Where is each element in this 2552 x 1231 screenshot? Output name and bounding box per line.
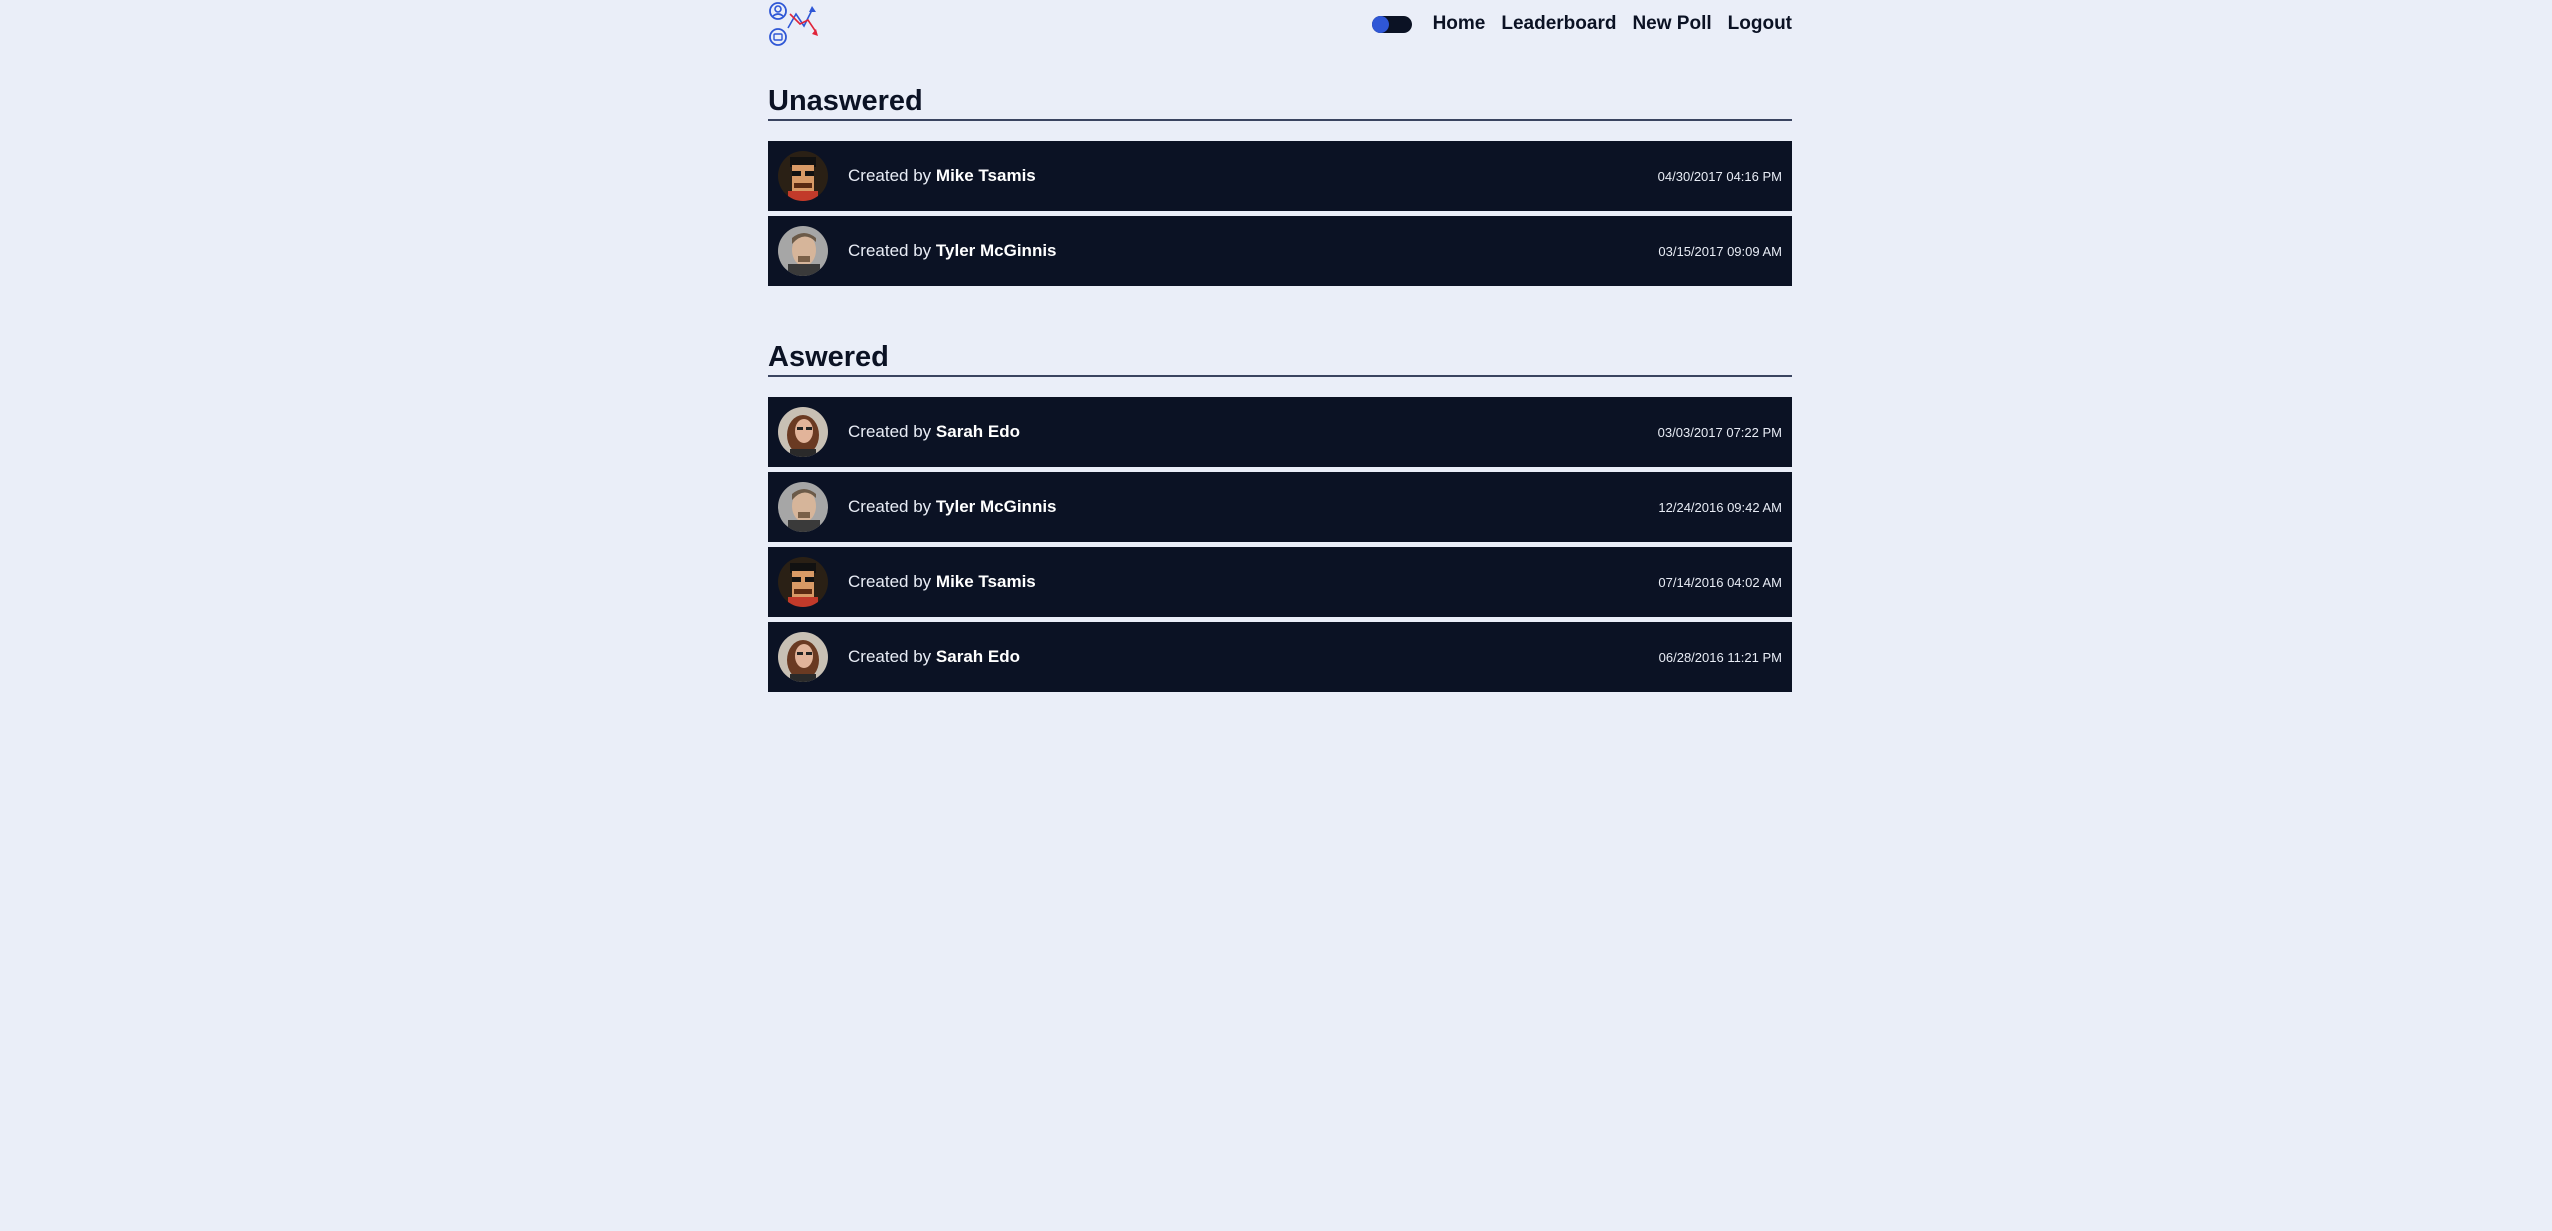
poll-list: Created by Mike Tsamis 04/30/2017 04:16 …	[768, 141, 1792, 286]
header: Home Leaderboard New Poll Logout	[768, 0, 1792, 48]
poll-row[interactable]: Created by Sarah Edo 03/03/2017 07:22 PM	[768, 397, 1792, 467]
poll-row[interactable]: Created by Tyler McGinnis 12/24/2016 09:…	[768, 472, 1792, 542]
avatar	[778, 557, 828, 607]
top-nav: Home Leaderboard New Poll Logout	[1371, 13, 1792, 35]
avatar	[778, 632, 828, 682]
poll-creator: Created by Sarah Edo	[848, 647, 1020, 666]
poll-date: 12/24/2016 09:42 AM	[1658, 499, 1782, 515]
poll-date: 07/14/2016 04:02 AM	[1658, 574, 1782, 590]
avatar	[778, 407, 828, 457]
theme-toggle[interactable]	[1371, 15, 1412, 33]
unanswered-section: Unaswered Created by Mike Tsamis 04/30/2…	[768, 84, 1792, 286]
poll-row[interactable]: Created by Mike Tsamis 04/30/2017 04:16 …	[768, 141, 1792, 211]
nav-home-link[interactable]: Home	[1433, 13, 1486, 35]
section-title: Unaswered	[768, 84, 1792, 121]
poll-date: 03/03/2017 07:22 PM	[1657, 424, 1782, 440]
poll-creator: Created by Tyler McGinnis	[848, 241, 1057, 260]
poll-date: 04/30/2017 04:16 PM	[1657, 168, 1782, 184]
nav-logout-link[interactable]: Logout	[1728, 13, 1792, 35]
avatar	[778, 151, 828, 201]
nav-new-poll-link[interactable]: New Poll	[1632, 13, 1711, 35]
page-container: Home Leaderboard New Poll Logout Unaswer…	[768, 0, 1792, 697]
app-logo-icon[interactable]	[768, 2, 820, 48]
poll-row[interactable]: Created by Mike Tsamis 07/14/2016 04:02 …	[768, 547, 1792, 617]
poll-date: 03/15/2017 09:09 AM	[1658, 243, 1782, 259]
avatar	[778, 482, 828, 532]
poll-creator: Created by Sarah Edo	[848, 422, 1020, 441]
poll-creator: Created by Mike Tsamis	[848, 166, 1036, 185]
poll-creator: Created by Mike Tsamis	[848, 572, 1036, 591]
poll-date: 06/28/2016 11:21 PM	[1658, 649, 1782, 665]
poll-row[interactable]: Created by Tyler McGinnis 03/15/2017 09:…	[768, 216, 1792, 286]
toggle-knob	[1371, 15, 1389, 33]
nav-leaderboard-link[interactable]: Leaderboard	[1501, 13, 1616, 35]
section-title: Aswered	[768, 340, 1792, 377]
poll-row[interactable]: Created by Sarah Edo 06/28/2016 11:21 PM	[768, 622, 1792, 692]
poll-creator: Created by Tyler McGinnis	[848, 497, 1057, 516]
poll-list: Created by Sarah Edo 03/03/2017 07:22 PM…	[768, 397, 1792, 692]
avatar	[778, 226, 828, 276]
answered-section: Aswered Created by Sarah Edo 03/03/2017 …	[768, 340, 1792, 692]
